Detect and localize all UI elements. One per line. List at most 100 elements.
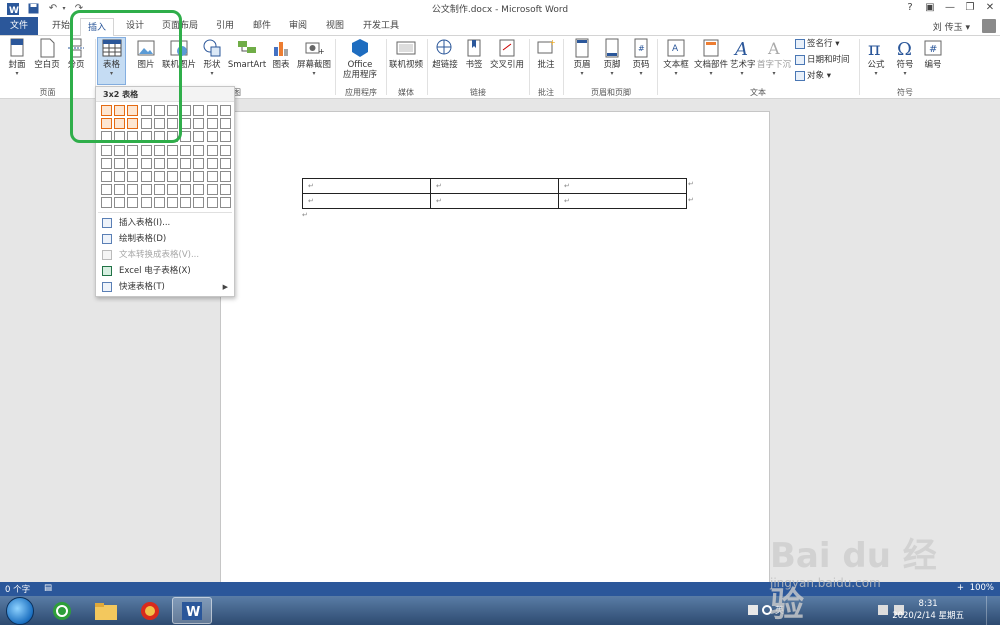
grid-cell[interactable] [219,105,231,116]
table-cell[interactable]: ↵ [558,178,687,194]
menu-quick-tables[interactable]: 快速表格(T) ▶ [96,279,234,295]
grid-cell[interactable] [219,131,231,143]
table-button[interactable]: 表格 ▾ [97,37,126,85]
grid-cell[interactable] [193,144,205,156]
symbol-button[interactable]: Ω 符号 ▾ [892,38,918,77]
grid-cell[interactable] [140,105,152,116]
restore-button[interactable]: ❐ [960,1,980,15]
help-button[interactable]: ? [900,1,920,15]
grid-cell[interactable] [219,171,231,182]
office-apps-button[interactable]: Office 应用程序 [337,38,383,80]
chart-button[interactable]: 图表 [269,38,293,70]
grid-cell[interactable] [140,144,152,156]
shapes-button[interactable]: 形状 ▾ [199,38,225,77]
ribbon-display-icon[interactable]: ▣ [920,1,940,15]
taskbar-app[interactable] [130,597,170,624]
grid-cell[interactable] [101,131,112,143]
grid-cell[interactable] [114,105,126,116]
table-cell[interactable]: ↵ [558,193,687,209]
grid-cell[interactable] [180,131,192,143]
taskbar-ie[interactable] [42,597,82,624]
cover-button[interactable]: 封面 ▾ [3,38,31,77]
textbox-button[interactable]: A 文本框 ▾ [660,38,692,77]
grid-cell[interactable] [127,197,139,209]
grid-cell[interactable] [167,171,178,182]
menu-draw-table[interactable]: 绘制表格(D) [96,231,234,247]
grid-cell[interactable] [206,118,218,130]
grid-cell[interactable] [101,144,112,156]
grid-cell[interactable] [219,144,231,156]
taskbar-explorer[interactable] [86,597,126,624]
flag-icon[interactable] [748,605,758,615]
grid-cell[interactable] [114,157,126,169]
grid-cell[interactable] [127,118,139,130]
number-button[interactable]: # 编号 [920,38,946,70]
tab-mailings[interactable]: 邮件 [247,17,277,35]
grid-cell[interactable] [153,105,165,116]
page-break-button[interactable]: 分页 [63,38,89,70]
tab-references[interactable]: 引用 [210,17,240,35]
grid-cell[interactable] [206,197,218,209]
tab-file[interactable]: 文件 [0,17,38,35]
tab-layout[interactable]: 页面布局 [158,17,202,35]
grid-cell[interactable] [101,184,112,196]
grid-cell[interactable] [193,171,205,182]
grid-cell[interactable] [167,157,178,169]
dropcap-button[interactable]: A 首字下沉 ▾ [757,38,791,77]
equation-button[interactable]: π 公式 ▾ [862,38,890,77]
table-cell[interactable]: ↵ [430,193,559,209]
word-count[interactable]: 0 个字 [5,583,30,595]
grid-cell[interactable] [219,157,231,169]
header-button[interactable]: 页眉 ▾ [568,38,596,77]
grid-cell[interactable] [127,105,139,116]
grid-cell[interactable] [167,118,178,130]
grid-cell[interactable] [153,144,165,156]
grid-cell[interactable] [153,171,165,182]
page-number-button[interactable]: # 页码 ▾ [628,38,654,77]
grid-cell[interactable] [114,197,126,209]
datetime-button[interactable]: 日期和时间 [795,54,850,66]
grid-cell[interactable] [180,197,192,209]
minimize-button[interactable]: — [940,1,960,15]
grid-cell[interactable] [127,171,139,182]
tab-developer[interactable]: 开发工具 [356,17,406,35]
grid-cell[interactable] [127,157,139,169]
object-button[interactable]: 对象 ▾ [795,70,831,82]
grid-cell[interactable] [206,157,218,169]
footer-button[interactable]: 页脚 ▾ [598,38,626,77]
zoom-level[interactable]: 100% [970,583,994,593]
table-cell[interactable]: ↵ [302,193,431,209]
grid-cell[interactable] [140,131,152,143]
grid-cell[interactable] [206,105,218,116]
wordart-button[interactable]: A 艺术字 ▾ [730,38,756,77]
table-cell[interactable]: ↵ [430,178,559,194]
grid-cell[interactable] [101,118,112,130]
grid-cell[interactable] [153,197,165,209]
grid-cell[interactable] [180,144,192,156]
start-button[interactable] [6,597,34,625]
menu-excel-spreadsheet[interactable]: Excel 电子表格(X) [96,263,234,279]
grid-cell[interactable] [206,131,218,143]
tab-design[interactable]: 设计 [120,17,150,35]
proofing-icon[interactable]: ▤ [44,583,52,593]
grid-cell[interactable] [101,171,112,182]
grid-cell[interactable] [167,105,178,116]
grid-cell[interactable] [206,171,218,182]
tab-view[interactable]: 视图 [320,17,350,35]
grid-cell[interactable] [114,171,126,182]
smartart-button[interactable]: SmartArt [227,38,267,70]
online-video-button[interactable]: 联机视频 [388,38,424,70]
tab-insert[interactable]: 插入 [80,18,114,36]
grid-cell[interactable] [219,118,231,130]
grid-cell[interactable] [206,184,218,196]
avatar[interactable] [982,19,996,33]
grid-cell[interactable] [180,105,192,116]
menu-insert-table[interactable]: 插入表格(I)... [96,215,234,231]
grid-cell[interactable] [153,157,165,169]
grid-cell[interactable] [101,157,112,169]
grid-cell[interactable] [219,184,231,196]
bookmark-button[interactable]: 书签 [462,38,486,70]
comment-button[interactable]: + 批注 [532,38,560,70]
grid-cell[interactable] [114,118,126,130]
table-grid-picker[interactable] [101,105,233,210]
